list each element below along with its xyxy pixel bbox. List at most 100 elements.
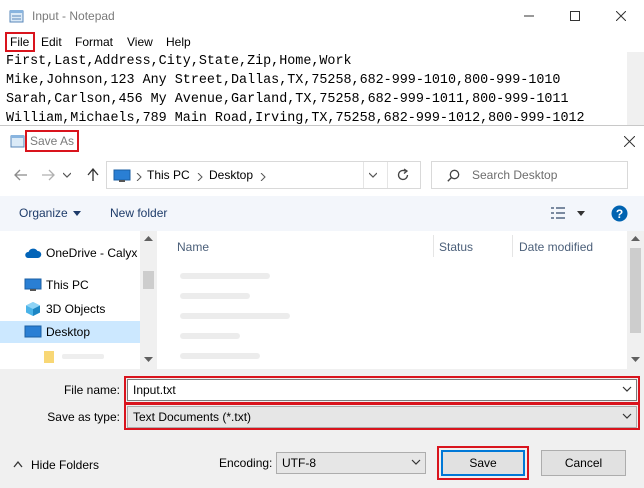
view-options-icon[interactable] [550,206,566,220]
scroll-down-arrow-icon[interactable] [631,357,640,363]
new-folder-button[interactable]: New folder [110,206,167,220]
encoding-select[interactable]: UTF-8 [276,452,426,474]
chevron-up-icon[interactable] [13,460,23,468]
cancel-button[interactable]: Cancel [541,450,626,476]
nav-item-this-pc[interactable]: This PC [0,274,140,296]
maximize-icon [570,11,580,21]
file-name-label: File name: [63,383,120,397]
text-line: Sarah,Carlson,456 My Avenue,Garland,TX,7… [6,92,569,107]
notepad-title: Input - Notepad [32,9,115,23]
nav-item-label: This PC [46,278,89,292]
save-as-type-value: Text Documents (*.txt) [133,410,252,424]
nav-item-3d-objects[interactable]: 3D Objects [0,298,140,320]
maximize-button[interactable] [552,0,598,32]
nav-item-label: 3D Objects [46,302,106,316]
arrow-up-icon [87,168,99,181]
chevron-right-icon [136,173,142,181]
navigation-pane-scrollbar[interactable] [140,231,157,369]
save-as-type-label: Save as type: [47,410,120,424]
list-item[interactable] [180,333,240,339]
desktop-icon [24,325,42,338]
notepad-app-icon [10,135,25,148]
notepad-menubar: File Edit Format View Help [0,32,644,52]
chevron-right-icon [197,173,203,181]
forward-button[interactable] [37,165,59,185]
chevron-down-icon [73,211,81,216]
list-item[interactable] [180,313,290,319]
notepad-titlebar: Input - Notepad [0,0,644,32]
3d-objects-icon [26,302,40,316]
breadcrumb-desktop[interactable]: Desktop [209,168,253,182]
column-header-status[interactable]: Status [439,240,473,254]
refresh-icon[interactable] [396,168,410,182]
minimize-button[interactable] [506,0,552,32]
close-icon [623,135,635,147]
chevron-down-icon[interactable] [577,211,585,216]
save-button[interactable]: Save [441,450,525,476]
nav-item-onedrive[interactable]: OneDrive - Calyx S [0,242,149,264]
nav-item-desktop[interactable]: Desktop [0,321,140,343]
file-list: Name Status Date modified [160,231,644,369]
dialog-titlebar: Save As [0,126,644,156]
menu-help[interactable]: Help [166,35,191,49]
back-button[interactable] [10,165,32,185]
file-list-scroll-thumb[interactable] [630,248,641,333]
recent-locations-button[interactable] [60,165,74,185]
chevron-down-icon[interactable] [369,172,377,178]
computer-icon [24,278,42,291]
list-item[interactable] [180,293,250,299]
nav-item-label: Desktop [46,325,91,339]
menu-format[interactable]: Format [75,35,113,49]
chevron-down-icon[interactable] [622,384,632,394]
chevron-down-icon [411,459,421,465]
search-icon [447,169,460,182]
save-form-area: File name: Input.txt Save as type: Text … [0,369,644,488]
search-box[interactable]: Search Desktop [431,161,628,189]
chevron-right-icon [260,173,266,181]
menu-edit[interactable]: Edit [41,35,62,49]
search-placeholder: Search Desktop [472,168,558,182]
organize-button[interactable]: Organize [19,206,68,220]
folder-icon [44,351,54,363]
chevron-down-icon [63,172,71,178]
scroll-down-arrow-icon[interactable] [144,357,153,363]
save-as-dialog: Save As This PC Desktop Search Desktop O… [0,125,644,488]
save-as-type-select[interactable]: Text Documents (*.txt) [127,406,637,428]
column-separator [512,235,513,257]
list-item[interactable] [180,353,260,359]
close-window-button[interactable] [598,0,644,32]
dialog-close-button[interactable] [614,126,644,156]
dialog-title: Save As [30,134,75,148]
hide-folders-button[interactable]: Hide Folders [31,458,99,472]
address-bar[interactable]: This PC Desktop [106,161,421,189]
dialog-toolbar: Organize New folder ? [0,196,644,231]
menu-file[interactable]: File [10,35,29,49]
help-icon[interactable]: ? [611,205,628,222]
scroll-up-arrow-icon[interactable] [631,236,640,242]
nav-item-folder-blurred[interactable] [0,345,140,367]
navigation-pane: OneDrive - Calyx S This PC 3D Objects De… [0,231,157,369]
svg-text:?: ? [616,207,623,221]
breadcrumb-this-pc[interactable]: This PC [147,168,190,182]
text-line: First,Last,Address,City,State,Zip,Home,W… [6,54,352,69]
list-item[interactable] [180,273,270,279]
column-separator [433,235,434,257]
column-header-date-modified[interactable]: Date modified [519,240,593,254]
arrow-right-icon [42,169,55,181]
navigation-row: This PC Desktop Search Desktop [0,159,644,191]
file-name-input[interactable]: Input.txt [127,379,637,401]
notepad-app-icon [9,10,24,23]
scroll-up-arrow-icon[interactable] [144,236,153,242]
text-line: Mike,Johnson,123 Any Street,Dallas,TX,75… [6,73,561,88]
menu-view[interactable]: View [127,35,153,49]
up-button[interactable] [82,165,104,185]
notepad-text-area[interactable]: First,Last,Address,City,State,Zip,Home,W… [6,52,642,132]
onedrive-cloud-icon [25,248,42,258]
notepad-vertical-scrollbar[interactable] [627,52,644,127]
file-name-value: Input.txt [133,383,176,397]
column-header-name[interactable]: Name [177,240,209,254]
computer-icon [113,169,131,182]
navigation-scroll-thumb[interactable] [143,271,154,289]
arrow-left-icon [14,169,27,181]
chevron-down-icon[interactable] [622,411,632,421]
